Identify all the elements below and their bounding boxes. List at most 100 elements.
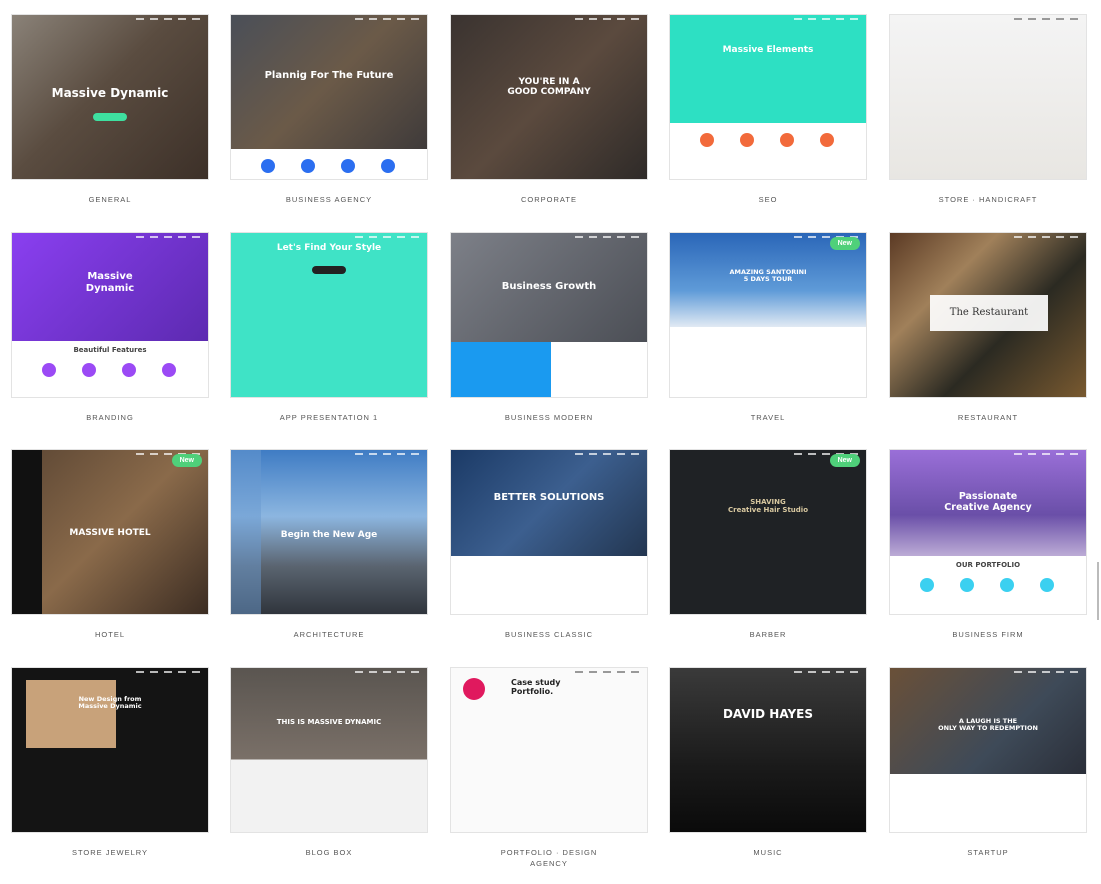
demo-tile-startup[interactable]: A LAUGH IS THE ONLY WAY TO REDEMPTION STA…	[889, 667, 1087, 857]
demo-thumbnail[interactable]: Case study Portfolio.	[450, 667, 648, 833]
thumbnail-content-section	[670, 327, 866, 397]
demo-thumbnail[interactable]: MASSIVE HOTEL New	[11, 449, 209, 615]
demo-label[interactable]: BUSINESS CLASSIC	[440, 629, 658, 640]
demo-tile-business-agency[interactable]: Plannig For The Future BUSINESS AGENCY	[230, 14, 428, 204]
demo-label[interactable]: BUSINESS AGENCY	[220, 194, 438, 205]
demo-thumbnail[interactable]: AMAZING SANTORINI 5 DAYS TOUR New	[669, 232, 867, 398]
demo-label[interactable]: STORE · HANDICRAFT	[879, 194, 1097, 205]
thumbnail-nav	[670, 15, 866, 25]
demo-tile-corporate[interactable]: YOU'RE IN A GOOD COMPANY CORPORATE	[450, 14, 648, 204]
demo-tile-general[interactable]: Massive Dynamic GENERAL	[11, 14, 209, 204]
demo-label[interactable]: ARCHITECTURE	[220, 629, 438, 640]
feature-icon	[740, 133, 754, 147]
demo-tile-barber[interactable]: SHAVING Creative Hair Studio New BARBER	[669, 449, 867, 639]
demo-thumbnail[interactable]: Let's Find Your Style	[230, 232, 428, 398]
demo-thumbnail[interactable]	[889, 14, 1087, 180]
thumbnail-headline: Massive Elements	[722, 45, 814, 55]
demo-tile-music[interactable]: DAVID HAYES MUSIC	[669, 667, 867, 857]
demo-tile-hotel[interactable]: MASSIVE HOTEL New HOTEL	[11, 449, 209, 639]
demo-label[interactable]: STARTUP	[879, 847, 1097, 858]
demo-thumbnail[interactable]: A LAUGH IS THE ONLY WAY TO REDEMPTION	[889, 667, 1087, 833]
feature-icon	[451, 342, 551, 397]
demo-thumbnail[interactable]: DAVID HAYES	[669, 667, 867, 833]
demo-tile-seo[interactable]: Massive Elements SEO	[669, 14, 867, 204]
feature-icon	[780, 133, 794, 147]
demo-label[interactable]: SEO	[659, 194, 877, 205]
demo-tile-store-handicraft[interactable]: STORE · HANDICRAFT	[889, 14, 1087, 204]
demo-tile-business-firm[interactable]: OUR PORTFOLIO Passionate Creative Agency B…	[889, 449, 1087, 639]
demo-label[interactable]: PORTFOLIO · DESIGN AGENCY	[489, 847, 609, 869]
promo-box	[26, 680, 116, 748]
demo-label[interactable]: TRAVEL	[659, 412, 877, 423]
demo-thumbnail[interactable]: Beautiful Features Massive Dynamic	[11, 232, 209, 398]
new-badge: New	[171, 454, 202, 467]
demo-thumbnail[interactable]: New Design from Massive Dynamic	[11, 667, 209, 833]
portfolio-logo	[463, 678, 485, 700]
thumbnail-subheading: Beautiful Features	[73, 346, 147, 354]
feature-icon	[960, 578, 974, 592]
thumbnail-headline: Business Growth	[501, 281, 597, 292]
feature-icon	[82, 363, 96, 377]
thumbnail-content-section: OUR PORTFOLIO	[890, 556, 1086, 614]
demo-tile-store-jewelry[interactable]: New Design from Massive Dynamic STORE JEW…	[11, 667, 209, 857]
demo-thumbnail[interactable]: Plannig For The Future	[230, 14, 428, 180]
demo-label[interactable]: GENERAL	[1, 194, 219, 205]
thumbnail-hero	[231, 15, 427, 151]
demo-tile-architecture[interactable]: Begin the New Age ARCHITECTURE	[230, 449, 428, 639]
demo-label[interactable]: APP PRESENTATION 1	[220, 412, 438, 423]
demo-label[interactable]: RESTAURANT	[879, 412, 1097, 423]
thumbnail-subheading: OUR PORTFOLIO	[955, 561, 1021, 569]
demo-thumbnail[interactable]: Massive Dynamic	[11, 14, 209, 180]
demo-thumbnail[interactable]: THIS IS MASSIVE DYNAMIC	[230, 667, 428, 833]
demo-tile-app-presentation-1[interactable]: Let's Find Your Style APP PRESENTATION 1	[230, 232, 428, 422]
thumbnail-hero	[231, 233, 427, 397]
demo-thumbnail[interactable]: BETTER SOLUTIONS	[450, 449, 648, 615]
thumbnail-cta-button	[93, 113, 127, 121]
demo-tile-branding[interactable]: Beautiful Features Massive Dynamic BRANDIN…	[11, 232, 209, 422]
demo-label[interactable]: BUSINESS MODERN	[440, 412, 658, 423]
demo-thumbnail[interactable]: Begin the New Age	[230, 449, 428, 615]
feature-icon	[162, 363, 176, 377]
demo-tile-portfolio-design-agency[interactable]: Case study Portfolio. PORTFOLIO · DESIGN …	[450, 667, 648, 868]
thumbnail-content-section	[231, 149, 427, 179]
thumbnail-nav	[670, 668, 866, 678]
feature-icon	[122, 363, 136, 377]
thumbnail-nav	[451, 668, 647, 678]
thumbnail-headline: Let's Find Your Style	[276, 243, 382, 253]
thumbnail-content-section	[670, 123, 866, 179]
demo-tile-restaurant[interactable]: The Restaurant RESTAURANT	[889, 232, 1087, 422]
thumbnail-nav	[231, 15, 427, 25]
thumbnail-content-section	[890, 774, 1086, 832]
demo-thumbnail[interactable]: SHAVING Creative Hair Studio New	[669, 449, 867, 615]
demo-tile-business-classic[interactable]: BETTER SOLUTIONS BUSINESS CLASSIC	[450, 449, 648, 639]
scrollbar[interactable]	[1097, 562, 1099, 620]
thumbnail-headline: Begin the New Age	[280, 530, 378, 540]
demo-thumbnail[interactable]: OUR PORTFOLIO Passionate Creative Agency	[889, 449, 1087, 615]
thumbnail-nav	[451, 15, 647, 25]
thumbnail-headline: Passionate Creative Agency	[944, 491, 1032, 513]
demo-thumbnail[interactable]: The Restaurant	[889, 232, 1087, 398]
demo-label[interactable]: STORE JEWELRY	[1, 847, 219, 858]
demo-label[interactable]: HOTEL	[1, 629, 219, 640]
thumbnail-hero	[890, 15, 1086, 179]
feature-icon	[700, 133, 714, 147]
demo-thumbnail[interactable]: Business Growth	[450, 232, 648, 398]
demo-tile-blog-box[interactable]: THIS IS MASSIVE DYNAMIC BLOG BOX	[230, 667, 428, 857]
demo-label[interactable]: CORPORATE	[440, 194, 658, 205]
thumbnail-nav	[12, 15, 208, 25]
thumbnail-hero	[670, 668, 866, 832]
thumbnail-content-section: Beautiful Features	[12, 341, 208, 397]
demo-label[interactable]: BARBER	[659, 629, 877, 640]
thumbnail-headline: The Restaurant	[930, 295, 1048, 331]
thumbnail-nav	[890, 233, 1086, 243]
demo-label[interactable]: MUSIC	[659, 847, 877, 858]
demo-tile-business-modern[interactable]: Business Growth BUSINESS MODERN	[450, 232, 648, 422]
thumbnail-headline: Massive Dynamic	[85, 271, 135, 294]
demo-label[interactable]: BUSINESS FIRM	[879, 629, 1097, 640]
thumbnail-headline: Case study Portfolio.	[511, 678, 561, 697]
demo-thumbnail[interactable]: YOU'RE IN A GOOD COMPANY	[450, 14, 648, 180]
demo-tile-travel[interactable]: AMAZING SANTORINI 5 DAYS TOUR New TRAVEL	[669, 232, 867, 422]
demo-thumbnail[interactable]: Massive Elements	[669, 14, 867, 180]
demo-label[interactable]: BRANDING	[1, 412, 219, 423]
demo-label[interactable]: BLOG BOX	[220, 847, 438, 858]
